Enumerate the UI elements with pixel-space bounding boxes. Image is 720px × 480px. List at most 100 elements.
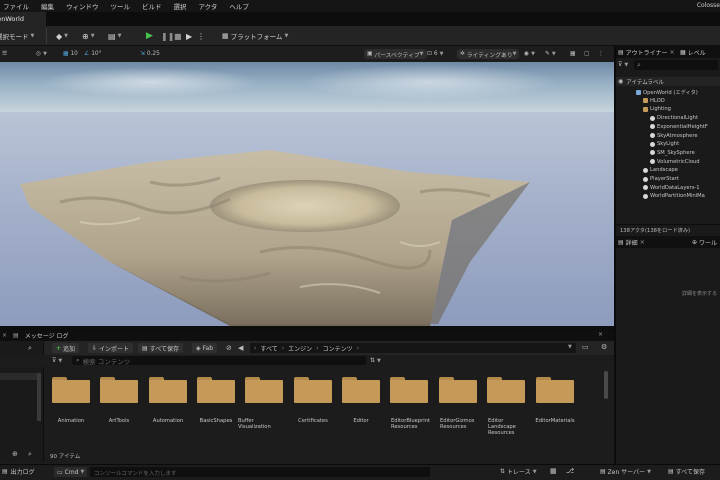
trace-button[interactable]: ⇅ トレース ▼ [500, 467, 537, 476]
outliner-row[interactable]: HLOD [643, 97, 665, 105]
folder-icon[interactable] [52, 377, 90, 403]
folder-icon[interactable] [245, 377, 283, 403]
outliner-row[interactable]: DirectionalLight [650, 114, 698, 122]
back-icon[interactable]: ◀ [238, 344, 243, 352]
transform-tool-button[interactable]: ◎ ▼ [36, 49, 47, 59]
cinematics-button[interactable]: ▤ ▼ [108, 30, 121, 42]
stop-button[interactable]: ■ [174, 30, 182, 42]
breadcrumb-all[interactable]: すべて [260, 344, 277, 353]
menu-actor[interactable]: アクタ [199, 1, 218, 11]
menu-build[interactable]: ビルド [142, 1, 162, 11]
more-play-button[interactable]: ⋮ [197, 30, 205, 42]
outliner-row[interactable]: WorldDataLayers-1 [643, 184, 700, 192]
lighting-mode-dropdown[interactable]: ✲ ライティングあり ▼ [457, 49, 520, 59]
eye-icon[interactable]: ◉ [618, 78, 623, 85]
settings-icon[interactable]: ⊕ [12, 450, 18, 458]
project-name: Colosse [696, 2, 720, 9]
folder-icon[interactable] [536, 377, 574, 403]
viewport-options-button[interactable]: ☰ [2, 49, 7, 59]
outliner-row[interactable]: OpenWorld (エディタ) [636, 88, 698, 96]
tab-levels[interactable]: ▦ レベル [680, 48, 706, 57]
tab-outliner[interactable]: ▤ アウトライナー × [618, 48, 675, 57]
folder-icon[interactable] [439, 377, 477, 403]
filter-button[interactable]: ⊽ ▼ [52, 357, 62, 364]
folder-icon[interactable] [294, 377, 332, 403]
sources-scrollbar[interactable] [37, 373, 41, 421]
cmd-dropdown[interactable]: ▭ Cmd ▼ [54, 467, 88, 477]
scale-snap-button[interactable]: ⇲ 0.25 [140, 49, 160, 59]
console-placeholder: コンソールコマンドを入力します [94, 471, 177, 477]
play-options-button[interactable]: ▶ [186, 30, 192, 42]
folder-icon[interactable] [487, 377, 525, 403]
fab-button[interactable]: ◈ Fab [192, 343, 218, 353]
chevron-down-icon[interactable]: ▼ [568, 344, 572, 350]
select-mode-dropdown[interactable]: 選択モード ▼ [0, 30, 34, 42]
zen-server-button[interactable]: ▤ Zen サーバー ▼ [600, 467, 651, 476]
rotation-snap-button[interactable]: ∠ 10° [84, 49, 101, 59]
level-tab[interactable]: OpenWorld [0, 12, 46, 26]
message-log-tab[interactable]: × ▤ メッセージ ログ [2, 331, 69, 340]
outliner-row[interactable]: Lighting [643, 105, 671, 113]
outliner-row[interactable]: PlayerStart [643, 175, 679, 183]
folder-icon[interactable] [149, 377, 187, 403]
outliner-row[interactable]: ExponentialHeightF [650, 123, 708, 131]
maximize-button[interactable]: ▢ [584, 49, 589, 59]
save-all-button[interactable]: ▤ すべて保存 [138, 343, 184, 353]
content-search-input[interactable]: ⌕ 検索 コンテンツ [72, 356, 366, 366]
layout-button[interactable]: ▦ [570, 49, 575, 59]
import-button[interactable]: ⇩ インポート [88, 343, 134, 353]
play-icon: ▶ [146, 31, 153, 41]
sort-button[interactable]: ⇅ ▼ [370, 357, 381, 364]
folder-icon[interactable] [100, 377, 138, 403]
menu-select[interactable]: 選択 [174, 1, 187, 11]
folder-icon[interactable] [197, 377, 235, 403]
breadcrumb-engine[interactable]: エンジン [288, 344, 312, 353]
camera-speed-dropdown[interactable]: ⊡ 6 ▼ [427, 49, 443, 59]
outliner-row[interactable]: Landscape [643, 166, 678, 174]
add-content-button[interactable]: ◆ ▼ [56, 30, 68, 42]
outliner-row[interactable]: SM_SkySphere [650, 149, 695, 157]
status-save-all-button[interactable]: ▤ すべて保存 [668, 467, 705, 476]
menu-edit[interactable]: 編集 [41, 1, 54, 11]
outliner-search-input[interactable]: ⌕ [634, 60, 718, 70]
pause-button[interactable]: ❚❚ [161, 30, 174, 42]
perspective-dropdown[interactable]: ▣ パースペクティブ ▼ [364, 49, 427, 59]
grid-snap-button[interactable]: ▦ 10 [63, 49, 78, 59]
outliner-row[interactable]: VolumetricCloud [650, 158, 700, 166]
breadcrumb-content[interactable]: コンテンツ [323, 344, 353, 353]
history-icon[interactable]: ⊘ [226, 344, 232, 352]
content-scrollbar[interactable] [604, 371, 608, 399]
viewport-more-button[interactable]: ⋮ [598, 49, 604, 59]
tab-world-settings[interactable]: ⊕ ワール [692, 238, 717, 247]
platforms-dropdown[interactable]: ▦ プラットフォーム ▼ [222, 30, 288, 42]
output-log-button[interactable]: ▤ 出力ログ [2, 467, 35, 476]
play-button[interactable]: ▶ [146, 30, 153, 42]
outliner-row[interactable]: SkyAtmosphere [650, 132, 698, 140]
actor-icon [650, 124, 655, 130]
console-input[interactable]: コンソールコマンドを入力します [90, 467, 430, 477]
close-panel-button[interactable]: × [598, 331, 603, 338]
outliner-filter-button[interactable]: ⊽ ▼ [618, 61, 628, 68]
menu-file[interactable]: ファイル [3, 1, 29, 11]
outliner-row[interactable]: WorldPartitionMiniMa [643, 192, 705, 200]
search-icon[interactable]: ⌕ [28, 344, 32, 353]
outliner-row[interactable]: SkyLight [650, 140, 679, 148]
performance-button[interactable]: ✎ ▼ [545, 49, 556, 59]
folder-icon[interactable] [342, 377, 380, 403]
folder-icon[interactable] [390, 377, 428, 403]
source-selected-row[interactable] [0, 373, 40, 380]
blueprints-button[interactable]: ⊕ ▼ [82, 30, 95, 42]
derived-data-icon[interactable]: ▦ [550, 467, 557, 475]
search-icon[interactable]: ⌕ [28, 450, 32, 459]
menu-tools[interactable]: ツール [111, 1, 131, 11]
menu-window[interactable]: ウィンドウ [66, 1, 99, 11]
tab-details[interactable]: ▤ 詳細 × [618, 238, 645, 247]
show-flags-button[interactable]: ◉ ▼ [524, 49, 535, 59]
menu-help[interactable]: ヘルプ [229, 1, 249, 11]
level-viewport[interactable] [0, 62, 614, 326]
gear-icon[interactable]: ⚙ [601, 343, 607, 351]
add-button[interactable]: + 追加 [52, 343, 80, 353]
item-label-column[interactable]: アイテムラベル [626, 78, 664, 86]
source-control-icon[interactable]: ⎇ [566, 467, 574, 475]
folder-icon[interactable]: ▭ [582, 343, 589, 351]
